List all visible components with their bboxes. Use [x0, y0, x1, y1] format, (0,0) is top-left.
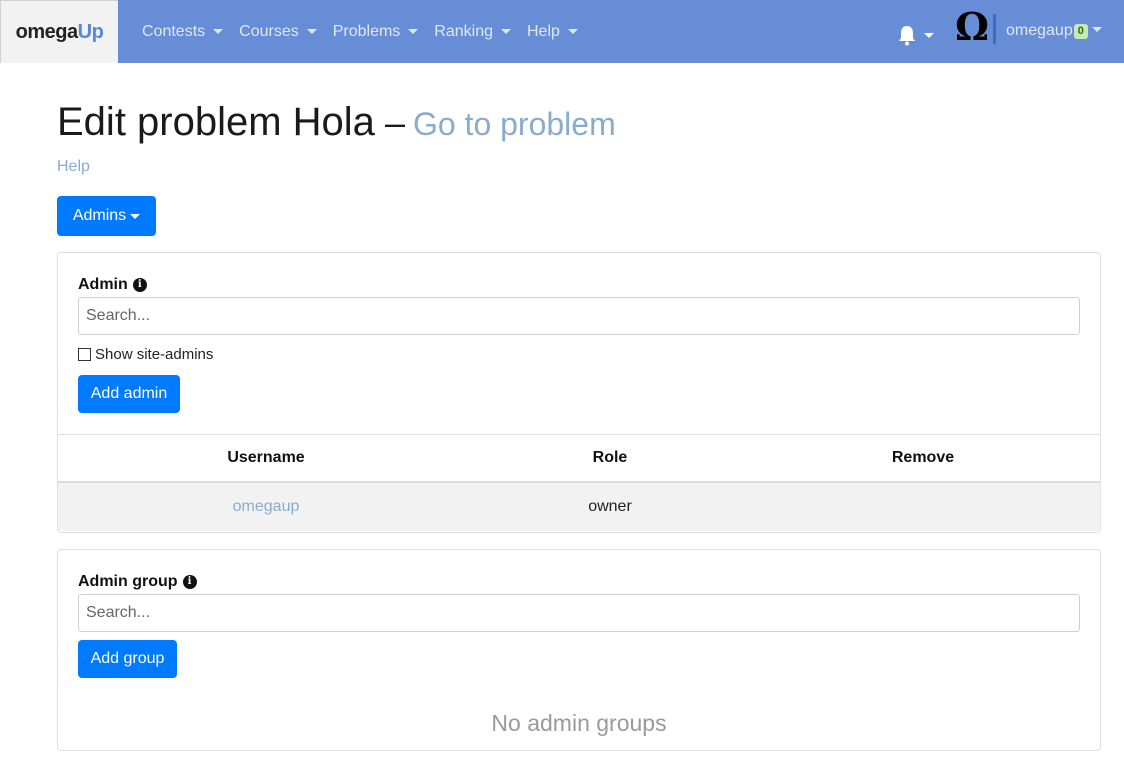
- column-header-username: Username: [227, 449, 305, 466]
- chevron-down-icon: [408, 29, 419, 34]
- admin-role: owner: [588, 498, 632, 515]
- admins-dropdown-button[interactable]: Admins: [57, 196, 156, 236]
- logo-up-text: Up: [77, 20, 104, 43]
- nav-item-courses[interactable]: Courses: [239, 23, 317, 41]
- admin-group-label-text: Admin group: [78, 573, 178, 590]
- nav-item-label: Help: [527, 22, 560, 40]
- page-title: Edit problem Hola – Go to problem: [57, 100, 616, 145]
- chevron-down-icon: [213, 29, 224, 34]
- nav-menu: Contests Courses Problems Ranking Help: [142, 0, 594, 63]
- help-link[interactable]: Help: [57, 158, 90, 176]
- user-menu[interactable]: omegaup 0: [1006, 22, 1102, 40]
- add-admin-button[interactable]: Add admin: [78, 375, 180, 413]
- go-to-problem-link[interactable]: Go to problem: [413, 106, 616, 143]
- info-icon[interactable]: i: [182, 575, 197, 589]
- admin-search-input[interactable]: [78, 297, 1080, 335]
- notifications-button[interactable]: [896, 24, 934, 46]
- chevron-down-icon: [924, 32, 934, 38]
- nav-item-contests[interactable]: Contests: [142, 22, 224, 41]
- nav-item-help[interactable]: Help: [527, 23, 578, 41]
- bell-icon: [896, 24, 918, 46]
- column-header-remove: Remove: [891, 449, 955, 466]
- nav-item-label: Ranking: [434, 22, 493, 40]
- column-header-role: Role: [592, 449, 628, 466]
- nav-item-label: Problems: [332, 22, 401, 40]
- nav-item-label: Contests: [142, 22, 206, 40]
- username-label: omegaup: [1006, 22, 1073, 39]
- show-site-admins-label: Show site-admins: [95, 346, 214, 363]
- table-row: omegaup owner: [58, 483, 1100, 531]
- avatar[interactable]: Ω: [954, 8, 990, 46]
- admin-username-link[interactable]: omegaup: [58, 498, 474, 516]
- chevron-down-icon: [501, 29, 511, 34]
- admin-group-field-label: Admin group i: [78, 573, 197, 591]
- show-site-admins-row[interactable]: Show site-admins: [78, 346, 213, 363]
- admin-field-label: Admin i: [78, 276, 147, 294]
- chevron-down-icon: [130, 213, 141, 219]
- nav-item-problems[interactable]: Problems: [333, 23, 419, 41]
- notification-count-badge: 0: [1073, 23, 1088, 39]
- info-icon[interactable]: i: [132, 278, 147, 292]
- nav-item-label: Courses: [239, 22, 299, 40]
- admin-group-search-input[interactable]: [78, 594, 1080, 632]
- logo-omega-text: omega: [15, 20, 78, 43]
- add-group-button[interactable]: Add group: [78, 640, 177, 678]
- admins-dropdown-label: Admins: [72, 207, 127, 224]
- omegaup-logo[interactable]: omega Up: [0, 0, 118, 63]
- avatar-divider: [993, 14, 996, 44]
- title-separator: –: [384, 102, 405, 143]
- nav-item-ranking[interactable]: Ranking: [434, 23, 511, 41]
- page-title-text: Edit problem Hola: [57, 100, 375, 144]
- admins-table-header: Username Role Remove: [58, 434, 1100, 483]
- top-navbar: omega Up Contests Courses Problems Rankin…: [0, 0, 1124, 63]
- no-admin-groups-message: No admin groups: [491, 710, 667, 736]
- chevron-down-icon: [567, 29, 578, 34]
- chevron-down-icon: [1091, 26, 1102, 32]
- admin-card: Admin i Show site-admins Add admin Usern…: [57, 252, 1101, 533]
- admins-table: Username Role Remove omegaup owner: [58, 434, 1100, 531]
- admin-group-card: Admin group i Add group No admin groups: [57, 549, 1101, 751]
- admin-label-text: Admin: [78, 276, 128, 293]
- show-site-admins-checkbox[interactable]: [78, 348, 91, 361]
- chevron-down-icon: [306, 29, 317, 34]
